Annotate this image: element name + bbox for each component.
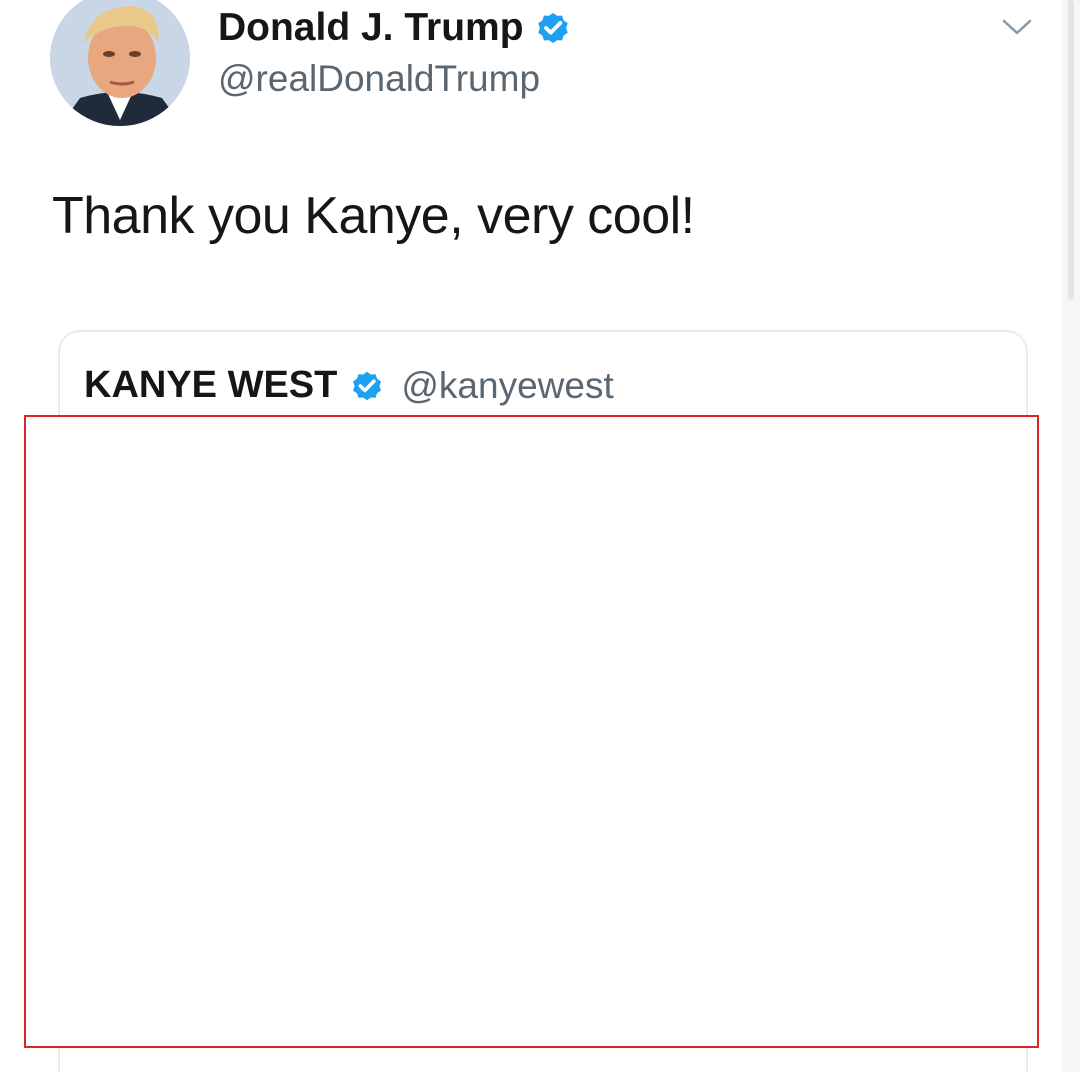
- tweet-text: Thank you Kanye, very cool!: [52, 187, 695, 245]
- redacted-content-region: [24, 415, 1039, 1048]
- quoted-tweet-header[interactable]: KANYE WEST @kanyewest: [84, 364, 614, 407]
- scrollbar-thumb[interactable]: [1068, 0, 1074, 300]
- author-name-row[interactable]: Donald J. Trump: [218, 6, 572, 50]
- tweet-screenshot: Donald J. Trump @realDonaldTrump Thank y…: [0, 0, 1080, 1072]
- author-handle[interactable]: @realDonaldTrump: [218, 58, 540, 100]
- quoted-author-handle[interactable]: @kanyewest: [401, 365, 613, 407]
- quoted-verified-badge-icon: [353, 371, 382, 400]
- author-display-name[interactable]: Donald J. Trump: [218, 6, 524, 50]
- avatar[interactable]: [50, 0, 190, 126]
- avatar-portrait-icon: [50, 0, 190, 126]
- verified-badge-icon: [537, 12, 568, 44]
- quoted-author-name[interactable]: KANYE WEST: [84, 364, 337, 407]
- chevron-down-icon[interactable]: [1000, 14, 1034, 40]
